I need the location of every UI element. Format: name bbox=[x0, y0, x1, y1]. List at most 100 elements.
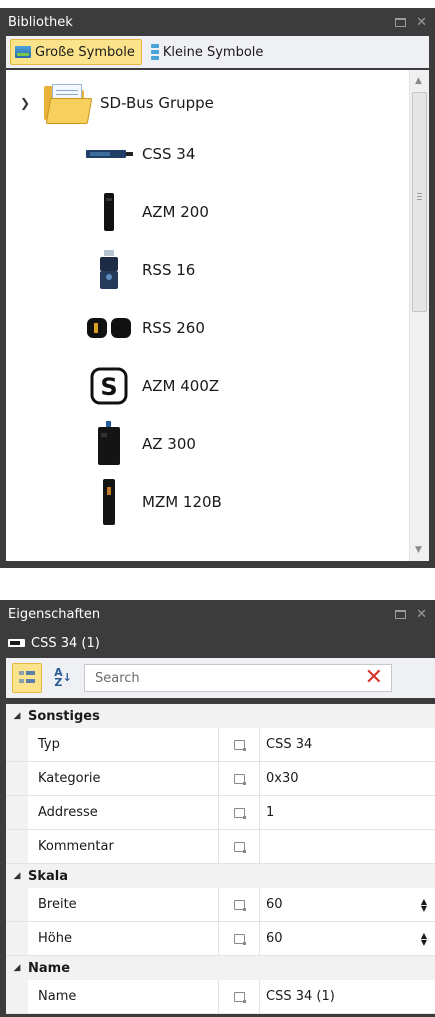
device-label: AZM 400Z bbox=[142, 377, 220, 395]
tree-group-sd-bus[interactable]: ❯ SD-Bus Gruppe bbox=[20, 84, 214, 124]
library-tree: ❯ SD-Bus Gruppe CSS 34 AZM 200 RSS 16 RS… bbox=[6, 70, 429, 561]
search-box[interactable]: ✕ bbox=[84, 664, 392, 692]
properties-window-buttons: ✕ bbox=[395, 607, 427, 622]
edit-icon[interactable] bbox=[233, 773, 246, 785]
property-value-text: 1 bbox=[266, 805, 275, 820]
property-value[interactable]: 0x30 bbox=[260, 762, 435, 795]
collapse-triangle-icon[interactable]: ◢ bbox=[6, 711, 28, 721]
property-row[interactable]: Addresse 1 bbox=[6, 796, 435, 830]
az300-device-icon bbox=[80, 421, 138, 466]
close-icon[interactable]: ✕ bbox=[416, 607, 427, 622]
css34-device-icon bbox=[80, 132, 138, 176]
property-value-text: CSS 34 (1) bbox=[266, 989, 335, 1004]
library-title: Bibliothek bbox=[8, 14, 73, 30]
property-row[interactable]: Kommentar bbox=[6, 830, 435, 864]
selected-object-label: CSS 34 (1) bbox=[31, 635, 100, 651]
category-name[interactable]: ◢ Name bbox=[6, 956, 435, 980]
large-symbols-button[interactable]: Große Symbole bbox=[10, 39, 142, 65]
property-value[interactable]: CSS 34 (1) bbox=[260, 980, 435, 1013]
large-symbols-label: Große Symbole bbox=[35, 44, 135, 60]
close-icon[interactable]: ✕ bbox=[416, 15, 427, 30]
library-window-buttons: ✕ bbox=[395, 15, 427, 30]
device-label: CSS 34 bbox=[142, 145, 196, 163]
spinner-icon[interactable]: ▲ ▼ bbox=[421, 931, 427, 946]
folder-icon bbox=[44, 84, 93, 124]
device-label: AZM 200 bbox=[142, 203, 209, 221]
device-label: RSS 260 bbox=[142, 319, 205, 337]
category-sonstiges[interactable]: ◢ Sonstiges bbox=[6, 704, 435, 728]
sort-alphabetical-button[interactable]: A Z ↓ bbox=[48, 663, 78, 693]
azm200-device-icon bbox=[80, 190, 138, 234]
large-symbols-icon bbox=[15, 46, 31, 58]
property-row[interactable]: Kategorie 0x30 bbox=[6, 762, 435, 796]
property-name: Addresse bbox=[28, 796, 219, 829]
categorized-button[interactable] bbox=[12, 663, 42, 693]
maximize-icon[interactable] bbox=[395, 609, 407, 619]
category-label: Name bbox=[28, 960, 71, 976]
property-name: Breite bbox=[28, 888, 219, 921]
property-value-text: 60 bbox=[266, 897, 283, 912]
property-name: Name bbox=[28, 980, 219, 1013]
maximize-icon[interactable] bbox=[395, 17, 407, 27]
device-label: AZ 300 bbox=[142, 435, 196, 453]
property-grid: ◢ Sonstiges Typ CSS 34 Kategorie 0x30 Ad… bbox=[6, 704, 435, 1014]
css34-device-icon bbox=[8, 639, 25, 647]
property-value[interactable]: 1 bbox=[260, 796, 435, 829]
device-label: MZM 120B bbox=[142, 493, 222, 511]
tree-item-rss260[interactable]: RSS 260 bbox=[80, 306, 205, 350]
rss260-device-icon bbox=[80, 306, 138, 350]
selected-object-bar: CSS 34 (1) bbox=[0, 628, 435, 658]
small-symbols-button[interactable]: Kleine Symbole bbox=[146, 39, 271, 65]
edit-icon[interactable] bbox=[233, 991, 246, 1003]
property-row[interactable]: Höhe 60 ▲ ▼ bbox=[6, 922, 435, 956]
scroll-up-icon[interactable]: ▲ bbox=[415, 76, 422, 86]
tree-item-rss16[interactable]: RSS 16 bbox=[80, 248, 195, 292]
collapse-triangle-icon[interactable]: ◢ bbox=[6, 963, 28, 973]
properties-panel: Eigenschaften ✕ CSS 34 (1) AZ↓ ✕ ◢ Sonst… bbox=[0, 600, 435, 1017]
small-symbols-icon bbox=[150, 44, 159, 60]
edit-icon[interactable] bbox=[233, 899, 246, 911]
collapse-triangle-icon[interactable]: ◢ bbox=[6, 871, 28, 881]
tree-item-css34[interactable]: CSS 34 bbox=[80, 132, 195, 176]
edit-icon[interactable] bbox=[233, 739, 246, 751]
library-scrollbar[interactable]: ▲ ▼ bbox=[409, 70, 429, 561]
device-label: RSS 16 bbox=[142, 261, 196, 279]
azm400z-device-icon: S bbox=[80, 364, 138, 408]
clear-search-icon[interactable]: ✕ bbox=[365, 667, 383, 689]
property-row[interactable]: Breite 60 ▲ ▼ bbox=[6, 888, 435, 922]
property-value-text: CSS 34 bbox=[266, 737, 313, 752]
edit-icon[interactable] bbox=[233, 841, 246, 853]
property-value-text: 0x30 bbox=[266, 771, 299, 786]
svg-text:S: S bbox=[100, 373, 117, 401]
tree-group-label: SD-Bus Gruppe bbox=[100, 94, 214, 112]
edit-icon[interactable] bbox=[233, 807, 246, 819]
edit-icon[interactable] bbox=[233, 933, 246, 945]
property-row[interactable]: Name CSS 34 (1) bbox=[6, 980, 435, 1014]
property-value[interactable] bbox=[260, 830, 435, 863]
scrollbar-thumb[interactable] bbox=[412, 92, 427, 312]
scroll-down-icon[interactable]: ▼ bbox=[415, 545, 422, 555]
search-input[interactable] bbox=[93, 669, 337, 687]
category-label: Sonstiges bbox=[28, 708, 100, 724]
property-value[interactable]: 60 ▲ ▼ bbox=[260, 922, 435, 955]
category-skala[interactable]: ◢ Skala bbox=[6, 864, 435, 888]
rss16-device-icon bbox=[80, 248, 138, 292]
property-value[interactable]: 60 ▲ ▼ bbox=[260, 888, 435, 921]
categorized-icon bbox=[19, 671, 35, 685]
category-label: Skala bbox=[28, 868, 69, 884]
tree-item-mzm120b[interactable]: MZM 120B bbox=[80, 479, 222, 525]
tree-item-azm200[interactable]: AZM 200 bbox=[80, 190, 209, 234]
spinner-icon[interactable]: ▲ ▼ bbox=[421, 897, 427, 912]
property-value[interactable]: CSS 34 bbox=[260, 728, 435, 761]
property-row[interactable]: Typ CSS 34 bbox=[6, 728, 435, 762]
library-toolbar: Große Symbole Kleine Symbole bbox=[6, 36, 429, 68]
library-titlebar: Bibliothek ✕ bbox=[0, 8, 435, 36]
tree-item-az300[interactable]: AZ 300 bbox=[80, 421, 196, 466]
properties-titlebar: Eigenschaften ✕ bbox=[0, 600, 435, 628]
tree-item-azm400z[interactable]: S AZM 400Z bbox=[80, 364, 219, 408]
chevron-down-icon[interactable]: ❯ bbox=[20, 96, 34, 110]
property-name: Typ bbox=[28, 728, 219, 761]
property-value-text: 60 bbox=[266, 931, 283, 946]
sort-az-icon: AZ bbox=[54, 666, 63, 689]
small-symbols-label: Kleine Symbole bbox=[162, 44, 264, 60]
